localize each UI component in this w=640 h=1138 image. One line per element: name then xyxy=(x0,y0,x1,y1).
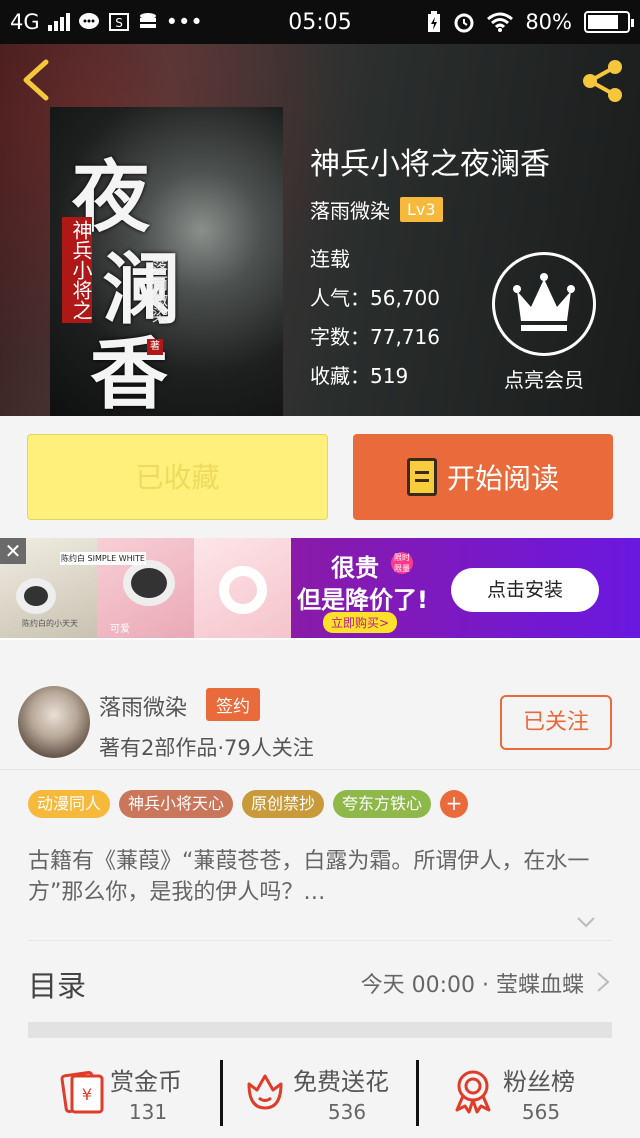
cover-seal: 著 xyxy=(147,339,163,355)
ad-brand-label: 陈约白 SIMPLE WHITE xyxy=(60,552,146,565)
ad-install-button[interactable]: 点击安装 xyxy=(451,568,599,612)
free-flower-label: 免费送花 xyxy=(293,1068,389,1096)
ad-limited-badge: 限时限量 xyxy=(391,552,413,574)
medal-icon xyxy=(455,1070,491,1114)
bottom-stats: ¥ 赏金币 131 免费送花 536 粉丝榜 565 xyxy=(0,1052,640,1138)
chevron-down-icon[interactable] xyxy=(576,912,596,932)
vip-button[interactable] xyxy=(492,252,596,356)
cover-subtitle: 神兵小将之 xyxy=(62,217,93,323)
book-header: 夜 澜 香 神兵小将之 落雨微染 著 神兵小将之夜澜香 落雨微染 Lv3 连载 … xyxy=(0,44,640,416)
tag-pill[interactable]: 神兵小将天心 xyxy=(119,790,234,818)
book-word-count: 字数：77,716 xyxy=(310,325,440,349)
favorited-button[interactable]: 已收藏 xyxy=(27,434,328,520)
ad-buy-now[interactable]: 立即购买> xyxy=(323,612,398,633)
ad-subline: 但是降价了! xyxy=(297,586,428,614)
fan-ranking-item[interactable]: 粉丝榜 565 xyxy=(419,1052,632,1138)
author-name[interactable]: 落雨微染 xyxy=(99,690,187,722)
battery-saver-icon xyxy=(428,11,441,32)
ad-close-icon[interactable]: ✕ xyxy=(0,538,26,564)
ad-product-image xyxy=(194,538,291,638)
toc-label: 目录 xyxy=(28,969,87,1003)
follow-button[interactable]: 已关注 xyxy=(500,695,612,750)
action-bar: 已收藏 开始阅读 xyxy=(0,416,640,538)
fan-ranking-label: 粉丝榜 xyxy=(503,1068,575,1096)
book-title: 神兵小将之夜澜香 xyxy=(310,147,550,182)
ad-banner-text: 很贵 限时限量 但是降价了! 立即购买> 点击安装 xyxy=(291,538,640,638)
cover-author: 落雨微染 xyxy=(149,259,168,323)
vip-label[interactable]: 点亮会员 xyxy=(492,364,596,393)
alarm-icon xyxy=(454,13,474,33)
flower-icon xyxy=(247,1074,283,1110)
book-cover[interactable]: 夜 澜 香 神兵小将之 落雨微染 著 xyxy=(50,107,283,416)
book-author[interactable]: 落雨微染 xyxy=(310,195,390,224)
ad-headline: 很贵 xyxy=(331,554,379,582)
free-flower-value: 536 xyxy=(327,1100,367,1124)
free-flower-item[interactable]: 免费送花 536 xyxy=(223,1052,436,1138)
share-icon[interactable] xyxy=(580,58,626,104)
start-reading-label: 开始阅读 xyxy=(446,462,559,495)
tag-pill[interactable]: 夸东方铁心 xyxy=(333,790,432,818)
book-description[interactable]: 古籍有《蒹葭》“蒹葭苍苍，白露为霜。所谓伊人，在水一方”那么你，是我的伊人吗？… xyxy=(28,846,612,908)
status-right: 80% xyxy=(427,10,634,34)
divider xyxy=(28,1022,612,1038)
battery-percent: 80% xyxy=(525,10,572,34)
ad-banner[interactable]: 陈约白 SIMPLE WHITE 陈约白的小天天 可爱 很贵 限时限量 但是降价… xyxy=(0,538,640,640)
wifi-icon xyxy=(487,12,514,32)
book-icon xyxy=(406,458,437,496)
crown-icon xyxy=(513,273,575,331)
tag-pill[interactable]: 原创禁抄 xyxy=(242,790,325,818)
tag-pill[interactable]: 动漫同人 xyxy=(28,790,111,818)
reward-coins-value: 131 xyxy=(128,1100,168,1124)
red-envelope-icon: ¥ xyxy=(60,1070,104,1114)
level-badge: Lv3 xyxy=(400,197,443,222)
author-section: 落雨微染 签约 著有2部作品·79人关注 已关注 xyxy=(0,676,640,770)
author-avatar[interactable] xyxy=(18,686,90,758)
start-reading-button[interactable]: 开始阅读 xyxy=(353,434,613,520)
status-bar: 4G S ••• 05:05 80% xyxy=(0,0,640,44)
author-stats: 著有2部作品·79人关注 xyxy=(99,736,314,760)
ad-caption: 陈约白的小天天 xyxy=(22,619,78,628)
reward-coins-label: 赏金币 xyxy=(110,1068,182,1096)
reward-coins-item[interactable]: ¥ 赏金币 131 xyxy=(0,1052,213,1138)
book-status: 连载 xyxy=(310,247,350,271)
book-popularity: 人气：56,700 xyxy=(310,286,440,310)
back-arrow-icon[interactable] xyxy=(18,58,54,102)
signed-badge: 签约 xyxy=(206,688,260,721)
fan-ranking-value: 565 xyxy=(521,1100,561,1124)
table-of-contents-row[interactable]: 目录 今天 00:00 · 莹蝶血蝶 xyxy=(28,940,612,1022)
battery-icon xyxy=(584,11,634,33)
chevron-right-icon xyxy=(597,972,610,992)
book-favorites: 收藏：519 xyxy=(310,364,409,388)
book-author-row: 落雨微染 Lv3 xyxy=(310,195,443,224)
add-tag-button[interactable]: + xyxy=(440,790,469,818)
svg-text:¥: ¥ xyxy=(82,1085,92,1104)
cover-title-char: 香 xyxy=(90,329,169,416)
tag-list: 动漫同人 神兵小将天心 原创禁抄 夸东方铁心 + xyxy=(28,790,469,818)
latest-chapter: 今天 00:00 · 莹蝶血蝶 xyxy=(360,973,584,998)
ad-caption: 可爱 xyxy=(110,624,130,635)
